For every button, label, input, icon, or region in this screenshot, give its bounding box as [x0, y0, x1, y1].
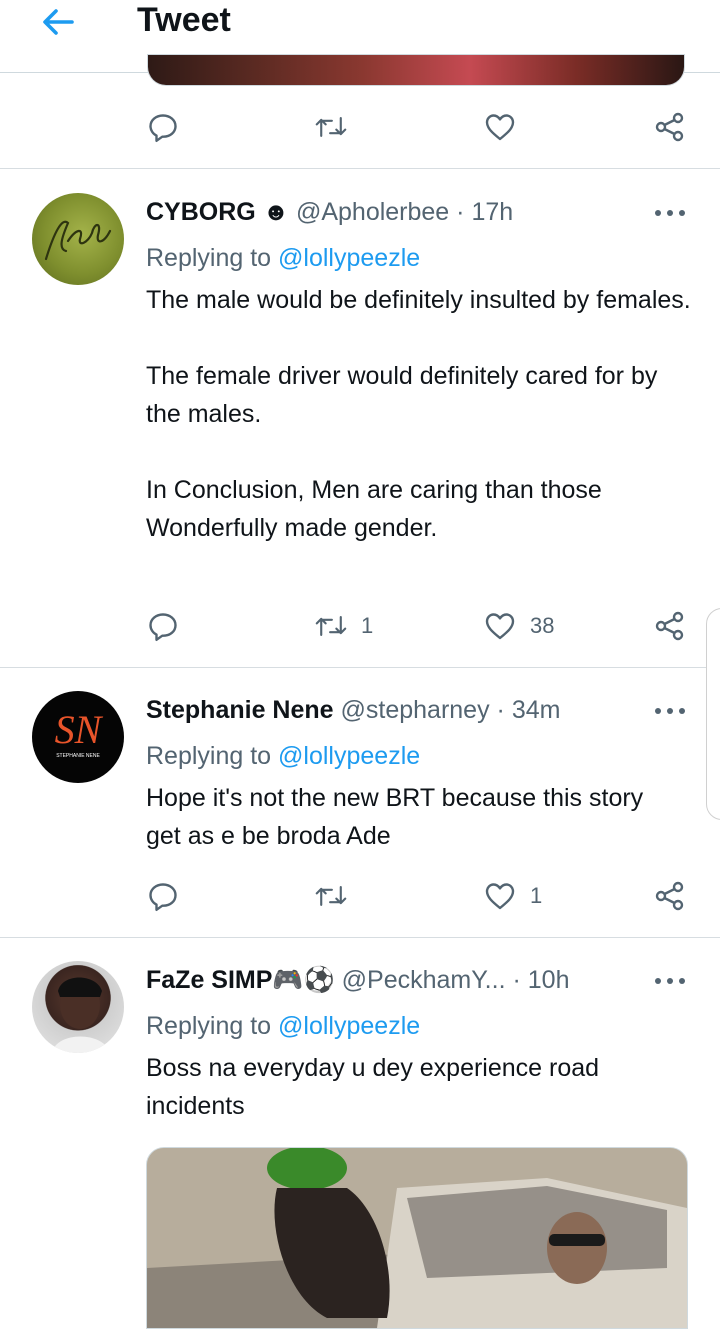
replying-handle[interactable]: @lollypeezle [278, 742, 420, 770]
divider [0, 168, 720, 169]
scrollbar-handle[interactable] [706, 608, 720, 820]
share-button[interactable] [654, 876, 686, 916]
tweet-text: Boss na everyday u dey experience road i… [146, 1049, 666, 1125]
replying-prefix: Replying to [146, 244, 272, 272]
replying-to: Replying to @lollypeezle [146, 740, 420, 772]
reply-button[interactable] [147, 606, 179, 646]
share-icon [655, 112, 684, 142]
divider [0, 937, 720, 938]
like-button[interactable]: 38 [484, 606, 554, 646]
like-button[interactable]: 1 [484, 876, 542, 916]
tweet-meta: Stephanie Nene @stepharney · 34m [146, 694, 560, 726]
replying-prefix: Replying to [146, 1012, 272, 1040]
tweet-meta: CYBORG ☻ @Apholerbee · 17h [146, 196, 513, 228]
like-icon [485, 114, 515, 141]
avatar[interactable] [32, 193, 124, 285]
avatar[interactable]: SN STEPHANIE NENE [32, 691, 124, 783]
display-name[interactable]: FaZe SIMP [146, 966, 272, 994]
retweet-button[interactable]: 1 [315, 606, 373, 646]
like-button[interactable] [484, 107, 516, 147]
replying-to: Replying to @lollypeezle [146, 1010, 420, 1042]
tweet-paragraph: Hope it's not the new BRT because this s… [146, 784, 644, 850]
name-emoji: 🎮⚽ [272, 966, 335, 994]
share-button[interactable] [654, 606, 686, 646]
share-icon [655, 881, 684, 911]
tweet-time: · 17h [456, 198, 514, 226]
page-title: Tweet [137, 1, 231, 39]
user-handle[interactable]: @Apholerbee [296, 198, 449, 226]
replying-prefix: Replying to [146, 742, 272, 770]
more-icon[interactable] [652, 701, 688, 721]
reply-icon [149, 883, 177, 911]
reply-icon [149, 613, 177, 641]
tweet-actions [0, 107, 720, 147]
reply-button[interactable] [147, 876, 179, 916]
avatar-caption: STEPHANIE NENE [56, 753, 100, 759]
like-count: 38 [530, 613, 555, 638]
avatar-signature [44, 220, 112, 261]
tweet-meta: FaZe SIMP🎮⚽ @PeckhamY... · 10h [146, 964, 569, 996]
avatar-monogram: SN [55, 707, 104, 752]
like-count: 1 [530, 883, 543, 908]
tweet-text: The male would be definitely insulted by… [146, 281, 696, 547]
tweet-time: · 10h [512, 966, 570, 994]
display-name[interactable]: CYBORG [146, 198, 256, 226]
more-icon[interactable] [652, 203, 688, 223]
share-icon [655, 611, 684, 641]
tweet-actions: 1 [0, 876, 720, 916]
replying-to: Replying to @lollypeezle [146, 242, 420, 274]
name-emoji: ☻ [262, 198, 289, 226]
tweet-media-image[interactable] [146, 1147, 688, 1329]
replying-handle[interactable]: @lollypeezle [278, 244, 420, 272]
retweet-button[interactable] [315, 876, 347, 916]
tweet-text: Hope it's not the new BRT because this s… [146, 779, 646, 855]
share-button[interactable] [654, 107, 686, 147]
tweet-paragraph: Boss na everyday u dey experience road i… [146, 1054, 600, 1120]
reply-icon [149, 114, 177, 142]
tweet-time: · 34m [496, 696, 561, 724]
avatar[interactable] [32, 961, 124, 1053]
tweet-paragraph: The female driver would definitely cared… [146, 362, 658, 428]
retweet-icon [315, 886, 347, 906]
like-icon [485, 613, 515, 640]
back-arrow-icon[interactable] [38, 4, 78, 40]
reply-button[interactable] [147, 107, 179, 147]
more-icon[interactable] [652, 971, 688, 991]
tweet-media-image[interactable] [148, 55, 684, 85]
tweet-paragraph: In Conclusion, Men are caring than those… [146, 476, 602, 542]
like-icon [485, 883, 515, 910]
tweet-paragraph: The male would be definitely insulted by… [146, 286, 691, 314]
divider [0, 667, 720, 668]
retweet-icon [315, 117, 347, 137]
avatar-logo: SN STEPHANIE NENE [55, 707, 104, 759]
replying-handle[interactable]: @lollypeezle [278, 1012, 420, 1040]
retweet-button[interactable] [315, 107, 347, 147]
retweet-icon [315, 616, 347, 636]
display-name[interactable]: Stephanie Nene [146, 696, 334, 724]
tweet-actions: 1 38 [0, 606, 720, 646]
avatar-photo [52, 977, 110, 1053]
user-handle[interactable]: @PeckhamY... [342, 966, 506, 994]
retweet-count: 1 [361, 613, 374, 638]
user-handle[interactable]: @stepharney [341, 696, 490, 724]
media-photo [147, 1148, 687, 1328]
